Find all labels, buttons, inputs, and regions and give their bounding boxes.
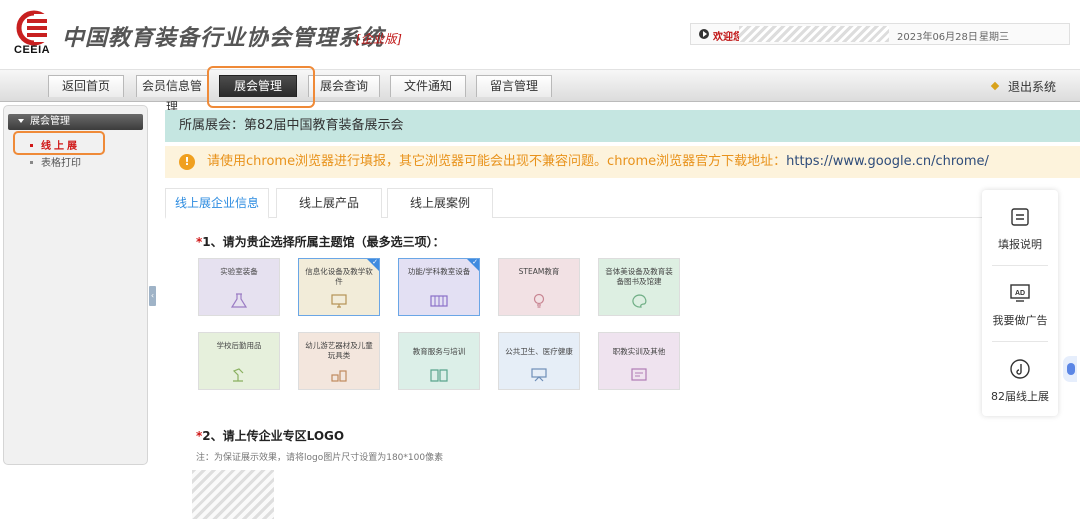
logo-upload-area[interactable]: [192, 470, 274, 519]
hall-card-arts[interactable]: 音体美设备及教育装备图书及馆建: [598, 258, 680, 316]
warning-icon: !: [179, 154, 195, 170]
hall-card-subject-classroom[interactable]: 功能/学科教室设备: [398, 258, 480, 316]
hall-card-education-service[interactable]: 教育服务与培训: [398, 332, 480, 390]
welcome-box: 欢迎您 2023年06月28日 星期三: [690, 23, 1070, 45]
nav-tab-member-info[interactable]: 会员信息管理: [136, 75, 208, 114]
nav-tab-message[interactable]: 留言管理: [476, 75, 552, 97]
question-label: 2、请上传企业专区LOGO: [202, 429, 345, 443]
fp-label: 填报说明: [998, 238, 1042, 251]
system-edition: [企业版]: [356, 32, 402, 46]
logout-label: 退出系统: [1008, 80, 1057, 94]
fp-label: 我要做广告: [992, 314, 1048, 327]
svg-text:AD: AD: [1015, 290, 1025, 297]
sidebar: 展会管理 线上展 表格打印: [3, 105, 148, 465]
blocks-icon: [331, 370, 347, 382]
hall-label: 功能/学科教室设备: [407, 267, 471, 276]
caret-down-icon: [18, 119, 24, 123]
sidebar-section-label: 展会管理: [30, 116, 70, 127]
main-navbar: 返回首页 会员信息管理 展会管理 展会查询 文件通知 留言管理: [0, 70, 1080, 114]
lamp-icon: [232, 368, 244, 382]
hall-label: 学校后勤用品: [216, 341, 262, 350]
selected-check-icon: [367, 259, 379, 271]
question-logo-upload: *2、请上传企业专区LOGO: [196, 427, 344, 444]
hall-label: 音体美设备及教育装备图书及馆建: [605, 267, 673, 286]
question-label: 1、请为贵企选择所属主题馆（最多选三项）：: [202, 235, 445, 249]
certificate-icon: [631, 368, 647, 381]
palette-icon: [632, 294, 647, 308]
diamond-icon: [990, 81, 1000, 91]
hall-label: 实验室装备: [220, 267, 258, 276]
question-theme-hall: *1、请为贵企选择所属主题馆（最多选三项）：: [196, 233, 445, 250]
hall-card-vocational[interactable]: 职教实训及其他: [598, 332, 680, 390]
sidebar-highlight-box: [13, 131, 105, 155]
sidebar-item-label: 表格打印: [41, 158, 81, 169]
hall-card-steam[interactable]: STEAM教育: [498, 258, 580, 316]
hall-label: 幼儿游艺器材及儿童玩具类: [305, 341, 373, 360]
nav-highlight-box: [207, 66, 315, 108]
sidebar-collapse-toggle[interactable]: ‹: [149, 286, 156, 306]
fill-instructions-button[interactable]: 填报说明: [982, 190, 1058, 264]
logo-text: CEEIA: [14, 44, 51, 56]
advertise-button[interactable]: AD 我要做广告: [982, 266, 1058, 340]
online-exhibition-82-button[interactable]: 82届线上展: [982, 342, 1058, 416]
redacted-username: [739, 26, 889, 42]
sidebar-section-exhibition[interactable]: 展会管理: [8, 114, 143, 130]
board-icon: [531, 368, 547, 382]
logo-size-note: 注：为保证展示效果，请将logo图片尺寸设置为180*100像素: [196, 453, 444, 463]
piano-icon: [430, 295, 448, 307]
hall-label: 公共卫生、医疗健康: [505, 347, 573, 356]
ad-icon: AD: [1010, 284, 1030, 302]
notice-text: 请使用chrome浏览器进行填报，其它浏览器可能会出现不兼容问题。chrome浏…: [207, 154, 787, 169]
system-title: 中国教育装备行业协会管理系统: [62, 25, 385, 51]
doc-icon: [1011, 208, 1029, 226]
music-icon: [1010, 359, 1030, 379]
fp-label: 82届线上展: [991, 390, 1049, 403]
content-tabs: 线上展企业信息 线上展产品 线上展案例: [165, 188, 985, 219]
header: CEEIA 中国教育装备行业协会管理系统 [企业版] 欢迎您 2023年06月2…: [0, 0, 1080, 70]
exhibition-bar: 所属展会：第82届中国教育装备展示会: [165, 110, 1080, 142]
monitor-icon: [331, 294, 347, 308]
floating-panel: 填报说明 AD 我要做广告 82届线上展: [982, 190, 1058, 416]
hall-label: 信息化设备及教学软件: [305, 267, 373, 286]
play-icon: [699, 29, 709, 39]
hall-card-it[interactable]: 信息化设备及教学软件: [298, 258, 380, 316]
hall-label: 教育服务与培训: [412, 347, 466, 356]
sidebar-item-form-print[interactable]: 表格打印: [30, 154, 81, 169]
current-date: 2023年06月28日: [897, 32, 978, 43]
flask-icon: [230, 293, 248, 308]
hall-card-lab[interactable]: 实验室装备: [198, 258, 280, 316]
hall-card-logistics[interactable]: 学校后勤用品: [198, 332, 280, 390]
tab-cases[interactable]: 线上展案例: [387, 188, 493, 218]
selected-check-icon: [467, 259, 479, 271]
hall-label: STEAM教育: [518, 267, 560, 276]
hall-card-public-health[interactable]: 公共卫生、医疗健康: [498, 332, 580, 390]
tab-products[interactable]: 线上展产品: [276, 188, 382, 218]
nav-tab-file-notice[interactable]: 文件通知: [390, 75, 466, 97]
nav-tab-exhibition-query[interactable]: 展会查询: [308, 75, 380, 97]
lightbulb-icon: [533, 293, 545, 308]
hall-card-kids[interactable]: 幼儿游艺器材及儿童玩具类: [298, 332, 380, 390]
bullet-icon: [30, 161, 33, 164]
hall-label: 职教实训及其他: [612, 347, 666, 356]
side-assistant-button[interactable]: [1063, 356, 1077, 382]
chrome-download-link[interactable]: https://www.google.cn/chrome/: [786, 154, 989, 169]
current-weekday: 星期三: [979, 32, 1009, 43]
nav-tab-home[interactable]: 返回首页: [48, 75, 124, 97]
tab-company-info[interactable]: 线上展企业信息: [165, 188, 269, 219]
book-icon: [430, 369, 448, 382]
browser-notice: ! 请使用chrome浏览器进行填报，其它浏览器可能会出现不兼容问题。chrom…: [165, 146, 1080, 178]
logout-link[interactable]: 退出系统: [990, 78, 1057, 95]
